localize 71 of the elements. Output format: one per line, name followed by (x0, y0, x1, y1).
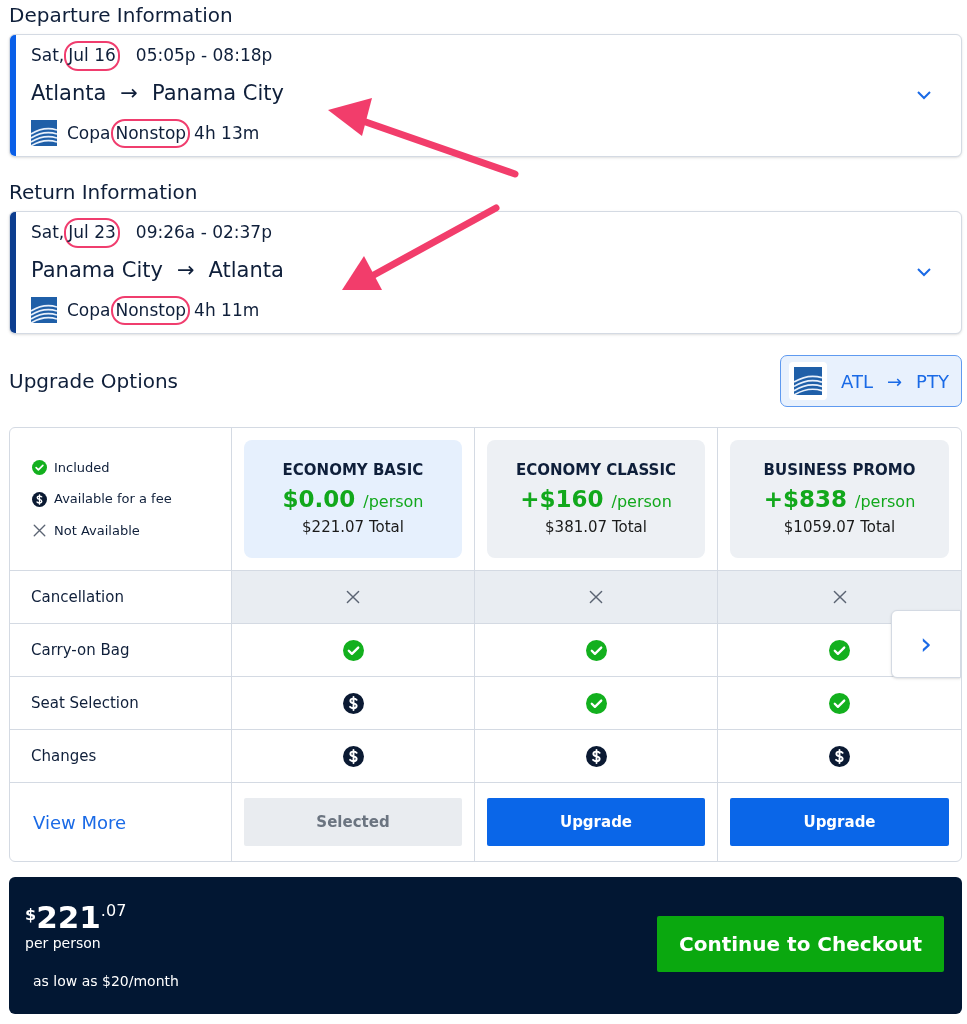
flight-duration: 4h 13m (194, 121, 260, 145)
destination-city: Panama City (151, 80, 284, 107)
flight-date: Jul 16 (64, 41, 120, 71)
dollar-icon (585, 745, 607, 767)
destination-city: Atlanta (208, 257, 284, 284)
chevron-down-icon[interactable] (917, 91, 931, 100)
flight-times: 05:05p - 08:18p (135, 44, 273, 68)
dollar-icon (342, 692, 364, 714)
fare-name: ECONOMY CLASSIC (516, 460, 676, 482)
price-unit: /person (363, 490, 424, 513)
fare-name: BUSINESS PROMO (763, 460, 916, 482)
financing-note: as low as $20/month (33, 972, 179, 991)
checkout-button[interactable]: Continue to Checkout (657, 915, 944, 972)
cross-icon (345, 589, 361, 605)
check-icon (585, 692, 607, 714)
check-icon (342, 639, 364, 661)
arrow-icon: → (176, 255, 195, 287)
section-heading: Return Information (9, 179, 199, 206)
check-icon (829, 692, 850, 714)
dollar-icon (342, 745, 364, 767)
stops-label: Nonstop (111, 118, 191, 148)
fare-price: +$838 (763, 484, 848, 514)
origin-city: Atlanta (31, 80, 107, 107)
flight-times: 09:26a - 02:37p (135, 221, 272, 245)
dollar-icon (829, 745, 850, 767)
flight-duration: 4h 11m (194, 298, 260, 322)
airline-logo-icon (31, 297, 57, 324)
fare-price: +$160 (520, 484, 604, 514)
flight-date: Jul 23 (64, 218, 120, 248)
stops-label: Nonstop (111, 295, 191, 325)
cross-icon (588, 589, 604, 605)
airline-logo-icon (31, 120, 57, 147)
section-heading: Upgrade Options (9, 368, 179, 395)
check-icon (32, 460, 47, 475)
dollar-icon (32, 491, 47, 507)
origin-city: Panama City (31, 257, 163, 284)
cross-icon (32, 523, 47, 538)
airline-logo-icon (794, 367, 822, 395)
upgrade-button[interactable]: Upgrade (487, 798, 705, 846)
upgrade-button[interactable]: Upgrade (730, 798, 949, 846)
next-button[interactable]: › (891, 610, 961, 678)
view-more-link[interactable]: View More (33, 808, 127, 836)
legend-label: Not Available (54, 521, 140, 540)
flight-day: Sat, (31, 220, 65, 246)
selected-button[interactable]: Selected (244, 798, 462, 846)
legend-label: Included (54, 458, 110, 477)
check-icon (829, 639, 850, 661)
price-cents: .07 (100, 900, 127, 922)
price-unit: /person (855, 490, 916, 513)
fare-price: $0.00 (282, 484, 356, 514)
fare-name: ECONOMY BASIC (282, 460, 424, 482)
price-note: per person (25, 934, 102, 953)
arrow-icon: → (120, 78, 138, 110)
cross-icon (831, 589, 848, 605)
flight-day: Sat, (31, 43, 65, 69)
total-price: 221 (36, 899, 101, 935)
check-icon (585, 639, 607, 661)
route-destination: PTY (916, 369, 949, 394)
section-heading: Departure Information (9, 2, 234, 29)
airline-name: Copa (67, 298, 111, 322)
route-button[interactable]: ATL → PTY (780, 355, 962, 407)
fare-total: $1059.07 Total (783, 517, 896, 539)
price-unit: /person (611, 490, 672, 513)
fare-total: $381.07 Total (545, 517, 647, 539)
route-origin: ATL (841, 369, 873, 394)
currency-symbol: $ (25, 904, 37, 926)
chevron-down-icon[interactable] (917, 268, 931, 277)
arrow-icon: → (886, 367, 903, 395)
legend-label: Available for a fee (54, 490, 172, 509)
airline-name: Copa (67, 121, 111, 145)
fare-total: $221.07 Total (302, 517, 404, 539)
